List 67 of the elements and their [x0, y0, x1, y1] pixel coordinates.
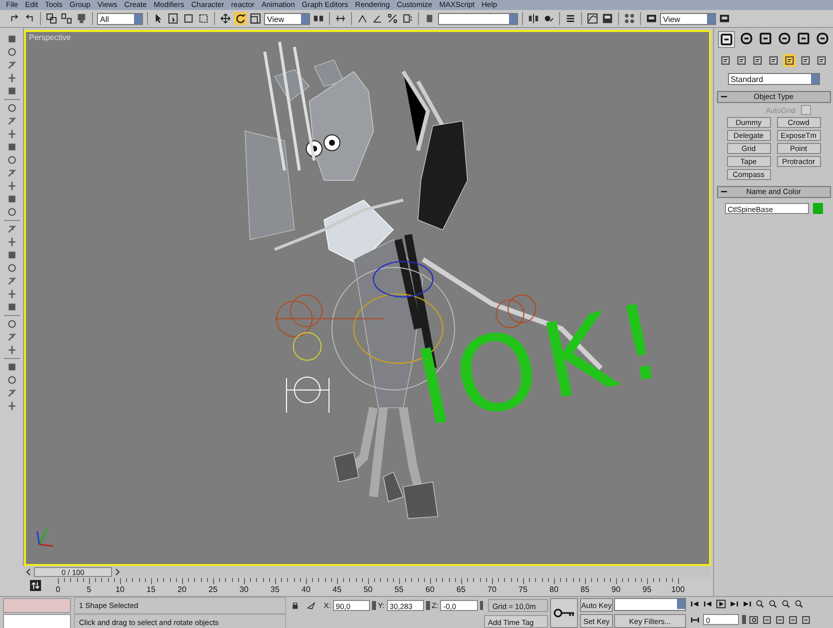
frame-number: 80	[550, 585, 558, 594]
next-frame-icon[interactable]	[114, 568, 120, 576]
rotate-icon[interactable]	[234, 12, 247, 25]
render-type-dropdown[interactable]: View	[660, 12, 716, 24]
key-icon	[553, 608, 575, 618]
frame-number: 65	[456, 585, 466, 594]
layers-icon[interactable]	[564, 12, 577, 25]
select-by-name-icon[interactable]	[167, 12, 180, 25]
script-output-field[interactable]	[3, 614, 71, 628]
scale-icon[interactable]	[249, 12, 262, 25]
frame-number: 0	[56, 585, 60, 594]
object-color-swatch[interactable]	[812, 203, 823, 214]
frame-number: 25	[208, 585, 218, 594]
unlink-icon[interactable]	[60, 12, 73, 25]
spinner-snap-icon[interactable]	[401, 12, 414, 25]
spinner-icon[interactable]	[480, 600, 484, 610]
prev-frame-icon[interactable]	[703, 598, 713, 608]
frame-number: 60	[426, 585, 434, 594]
curve-editor-icon[interactable]	[586, 12, 599, 25]
rectangle-region-icon[interactable]	[182, 12, 195, 25]
frame-number: 85	[580, 585, 590, 594]
axis-tripod-icon	[36, 528, 54, 547]
frame-number: 15	[146, 585, 156, 594]
material-editor-icon[interactable]	[623, 12, 636, 25]
spinner-icon[interactable]	[426, 600, 430, 610]
frame-number: 30	[240, 585, 248, 594]
frame-number: 10	[116, 585, 124, 594]
frame-number: 45	[332, 585, 342, 594]
zoom-icon[interactable]	[755, 598, 765, 608]
named-selection-field[interactable]	[438, 12, 518, 24]
previous-frame-icon[interactable]	[26, 568, 32, 576]
frame-number: 50	[364, 585, 372, 594]
crossing-icon[interactable]	[197, 12, 210, 25]
reference-coordinate-dropdown[interactable]: View	[264, 12, 310, 24]
frame-number: 55	[394, 585, 404, 594]
object-category-dropdown[interactable]: Standard	[728, 73, 820, 85]
frame-number: 35	[270, 585, 280, 594]
frame-number: 100	[671, 585, 685, 594]
percent-snap-icon[interactable]	[386, 12, 399, 25]
mirror-icon[interactable]	[527, 12, 540, 25]
curve-toggle-icon[interactable]	[30, 580, 41, 591]
frame-number: 70	[488, 585, 496, 594]
frame-number: 40	[302, 585, 310, 594]
set-key-button[interactable]	[550, 598, 578, 628]
next-frame-icon[interactable]	[729, 598, 739, 608]
frame-number: 75	[518, 585, 528, 594]
selection-filter-dropdown[interactable]: All	[97, 12, 143, 24]
frame-number: 90	[612, 585, 620, 594]
go-start-icon[interactable]	[690, 598, 700, 608]
box-icon[interactable]	[6, 34, 16, 44]
handwritten-annotation: IOK!	[408, 286, 678, 442]
track-bar[interactable]: 0 5 10 15 20 25 30 35 40 45 50 55 60 65 70 75 80 85 90 95 100	[50, 578, 686, 596]
key-selection-dropdown[interactable]	[614, 598, 686, 611]
go-end-icon[interactable]	[742, 598, 752, 608]
frame-number: 95	[642, 585, 652, 594]
lock-icon[interactable]	[291, 600, 300, 610]
render-scene-icon[interactable]	[645, 12, 658, 25]
frame-number: 20	[178, 585, 186, 594]
schematic-view-icon[interactable]	[601, 12, 614, 25]
transform-mode-icon[interactable]	[307, 600, 316, 610]
key-mode-icon[interactable]	[690, 614, 700, 624]
quick-render-icon[interactable]	[718, 12, 731, 25]
spinner-icon[interactable]	[372, 600, 376, 610]
move-icon[interactable]	[219, 12, 232, 25]
play-icon[interactable]	[716, 598, 726, 608]
frame-number: 5	[86, 585, 92, 594]
script-listener-field[interactable]	[3, 598, 71, 613]
